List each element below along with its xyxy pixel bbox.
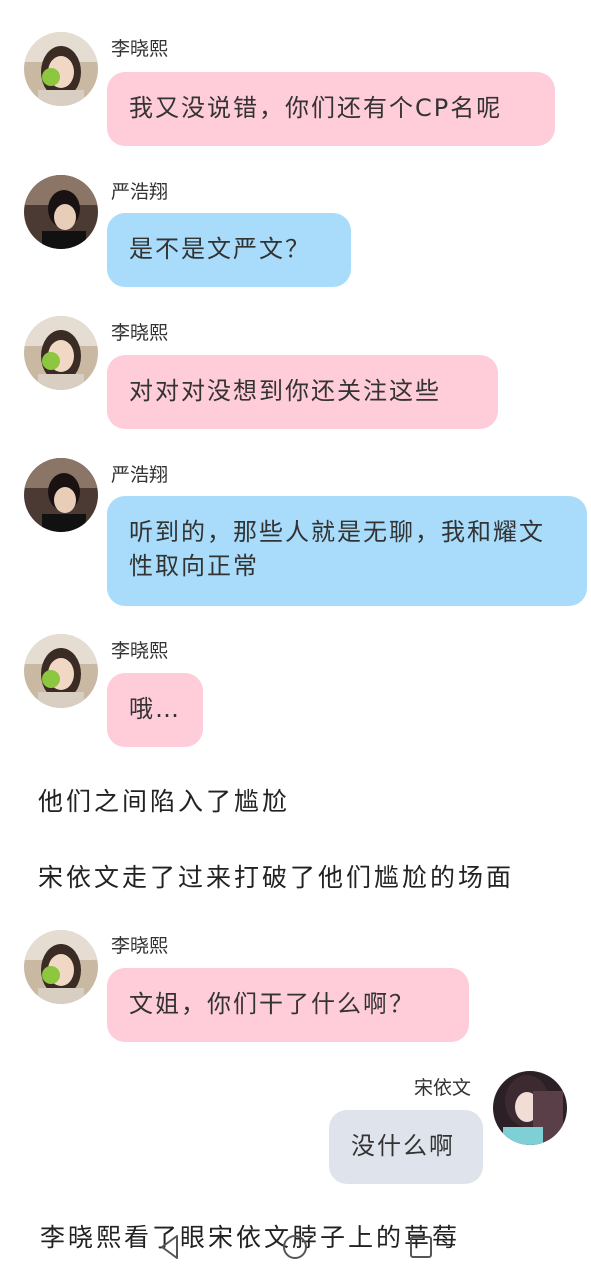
sender-name: 李晓熙 bbox=[111, 935, 169, 957]
system-navigation-bar bbox=[0, 1226, 591, 1270]
recents-icon[interactable] bbox=[406, 1232, 436, 1262]
li-xiaoxi-avatar[interactable] bbox=[24, 930, 98, 1004]
yan-haoxiang-avatar[interactable] bbox=[24, 175, 98, 249]
back-icon[interactable] bbox=[155, 1232, 185, 1262]
li-xiaoxi-avatar[interactable] bbox=[24, 634, 98, 708]
message-bubble[interactable]: 没什么啊 bbox=[329, 1110, 483, 1184]
message-bubble[interactable]: 我又没说错，你们还有个CP名呢 bbox=[107, 72, 555, 146]
message-bubble[interactable]: 文姐，你们干了什么啊？ bbox=[107, 968, 469, 1042]
sender-name: 宋依文 bbox=[414, 1077, 472, 1099]
message-bubble[interactable]: 对对对没想到你还关注这些 bbox=[107, 355, 498, 429]
sender-name: 严浩翔 bbox=[111, 181, 169, 203]
sender-name: 李晓熙 bbox=[111, 38, 169, 60]
sender-name: 李晓熙 bbox=[111, 640, 169, 662]
yan-haoxiang-avatar[interactable] bbox=[24, 458, 98, 532]
li-xiaoxi-avatar[interactable] bbox=[24, 32, 98, 106]
narration-text: 他们之间陷入了尴尬 bbox=[38, 787, 291, 816]
li-xiaoxi-avatar[interactable] bbox=[24, 316, 98, 390]
message-bubble[interactable]: 听到的，那些人就是无聊，我和耀文性取向正常 bbox=[107, 496, 587, 606]
sender-name: 李晓熙 bbox=[111, 322, 169, 344]
narration-text: 宋依文走了过来打破了他们尴尬的场面 bbox=[38, 863, 515, 892]
message-bubble[interactable]: 是不是文严文？ bbox=[107, 213, 351, 287]
message-bubble[interactable]: 哦… bbox=[107, 673, 203, 747]
song-yiwen-avatar[interactable] bbox=[493, 1071, 567, 1145]
sender-name: 严浩翔 bbox=[111, 464, 169, 486]
home-icon[interactable] bbox=[280, 1232, 310, 1262]
